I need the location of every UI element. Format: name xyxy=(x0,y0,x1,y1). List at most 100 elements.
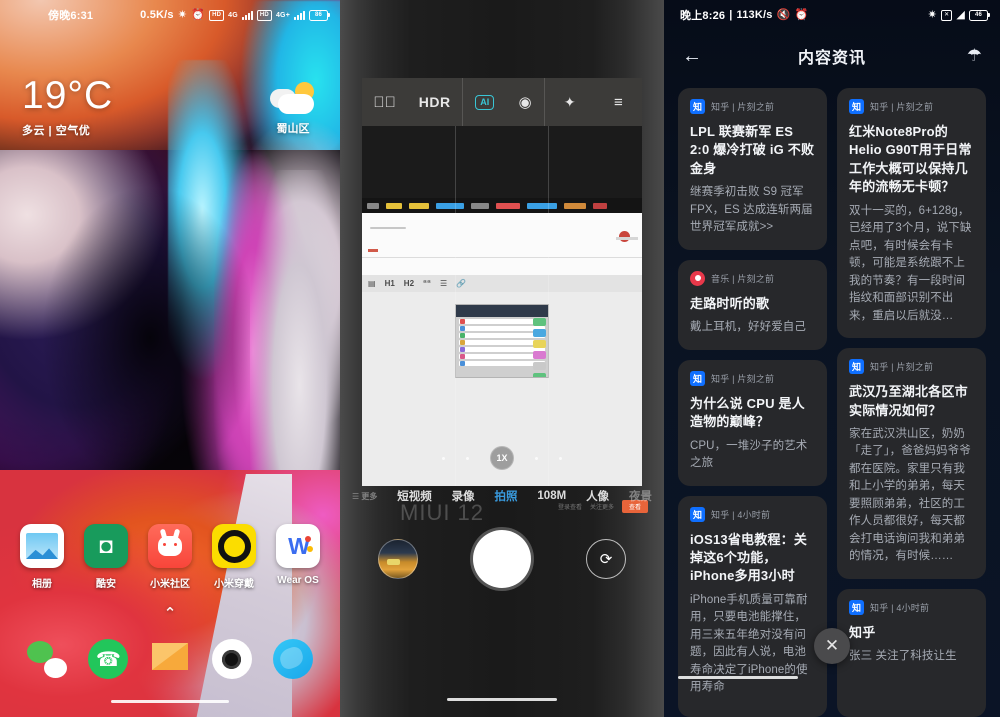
card-body: 双十一买的，6+128g，已经用了3个月，说下缺点吧，有时候会有卡顿，可能是系统… xyxy=(849,204,972,322)
app-wear-os[interactable]: W Wear OS xyxy=(271,524,325,590)
feed-column-right: 知 知乎 | 片刻之前 红米Note8Pro的Helio G90T用于日常工作大… xyxy=(837,88,986,717)
camera-shutter-row: ⟳ xyxy=(340,530,664,588)
card-title: 知乎 xyxy=(849,624,876,640)
zhihu-badge-icon: 知 xyxy=(849,359,864,375)
mute-icon: 🔇 xyxy=(776,8,791,21)
feed-card[interactable]: 音乐 | 片刻之前 走路时听的歌 戴上耳机，好好爱自己 xyxy=(678,259,827,350)
network-type-1: 4G xyxy=(228,11,238,19)
no-sim-icon: ✕ xyxy=(941,9,953,21)
app-drawer-arrow[interactable]: ⌃ xyxy=(0,604,340,622)
mode-portrait[interactable]: 人像 xyxy=(586,488,609,504)
feed-card[interactable]: 知 知乎 | 片刻之前 为什么说 CPU 是人造物的巅峰？ CPU，一堆沙子的艺… xyxy=(678,359,827,486)
browser-icon[interactable] xyxy=(273,639,314,679)
bluetooth-icon: ✷ xyxy=(177,8,188,21)
signal-icon-2 xyxy=(294,10,305,20)
card-source: 音乐 | 片刻之前 xyxy=(711,273,775,284)
gallery-icon xyxy=(20,524,64,568)
close-icon[interactable]: ✕ xyxy=(814,628,850,664)
home-gesture-bar[interactable] xyxy=(111,700,229,703)
captured-editor-toolbar: ▤ H1 H2 ““ ☰ 🔗 xyxy=(362,275,642,292)
card-body: 继赛季初击败 S9 冠军 FPX，ES 达成连斩两届世界冠军成就>> xyxy=(690,186,813,234)
camera-viewfinder[interactable]: ▤ H1 H2 ““ ☰ 🔗 xyxy=(362,126,642,486)
feed-status-bar: 晚上8:26 | 113K/s 🔇 ⏰ ✷ ✕ ◢ 46 xyxy=(664,0,1000,30)
motion-photo-icon[interactable]: ◉ xyxy=(518,93,531,111)
weather-description: 多云 | 空气优 xyxy=(22,125,91,137)
camera-top-controls: ⚡⃠ HDR AI ◉ ✦ ≡ xyxy=(362,78,642,126)
feed-card[interactable]: 知 知乎 | 4小时前 知乎 张三 关注了科技让生 xyxy=(837,588,986,717)
network-speed: 0.5K/s xyxy=(140,9,174,21)
feed-card[interactable]: 知 知乎 | 片刻之前 红米Note8Pro的Helio G90T用于日常工作大… xyxy=(837,88,986,339)
volte-icon-1: HD xyxy=(209,9,225,21)
back-arrow-icon[interactable]: ← xyxy=(682,45,710,68)
card-body: 戴上耳机，好好爱自己 xyxy=(690,321,806,334)
weather-city: 蜀山区 xyxy=(276,123,310,135)
captured-phone-photo xyxy=(455,304,549,378)
gallery-thumbnail[interactable] xyxy=(378,539,418,579)
battery-icon: 86 xyxy=(309,9,330,21)
mode-video[interactable]: 录像 xyxy=(452,488,475,504)
zhihu-badge-icon: 知 xyxy=(849,599,864,615)
camera-menu-icon[interactable]: ≡ xyxy=(614,94,623,111)
mode-photo[interactable]: 拍照 xyxy=(495,488,518,504)
ai-scene-button[interactable]: AI xyxy=(475,94,495,110)
shutter-button[interactable] xyxy=(473,530,531,588)
wechat-icon[interactable] xyxy=(26,639,67,679)
alarm-icon: ⏰ xyxy=(191,8,206,21)
mode-more[interactable]: ☰ 更多 xyxy=(352,491,377,502)
mi-wear-icon xyxy=(212,524,256,568)
home-status-bar: 傍晚6:31 0.5K/s ✷ ⏰ HD 4G HD 4G+ 86 xyxy=(0,0,340,30)
feed-gesture-bar[interactable] xyxy=(678,676,798,679)
app-coolapk[interactable]: ◘ 酷安 xyxy=(79,524,133,590)
three-phone-screenshots: 傍晚6:31 0.5K/s ✷ ⏰ HD 4G HD 4G+ 86 19°C 多… xyxy=(0,0,1000,717)
messages-icon[interactable] xyxy=(150,639,190,679)
camera-gesture-bar[interactable] xyxy=(447,698,557,701)
battery-icon: 46 xyxy=(969,9,990,21)
feed-column-left: 知 知乎 | 片刻之前 LPL 联赛新军 ES 2:0 爆冷打破 iG 不败金身… xyxy=(678,88,827,717)
hdr-button[interactable]: HDR xyxy=(419,94,451,110)
zoom-level-indicator[interactable]: 1X xyxy=(490,446,514,470)
panel-home-screen: 傍晚6:31 0.5K/s ✷ ⏰ HD 4G HD 4G+ 86 19°C 多… xyxy=(0,0,340,717)
card-source: 知乎 | 片刻之前 xyxy=(870,362,934,373)
mode-108m[interactable]: 108M xyxy=(537,490,566,502)
card-body: iPhone手机质量可靠耐用，只要电池能撑住，用三来五年绝对没有问题，因此有人说… xyxy=(690,593,808,694)
app-row: 相册 ◘ 酷安 小米社区 小米穿戴 W Wear OS xyxy=(0,524,340,590)
captured-browser-tabs xyxy=(362,198,642,213)
beauty-filter-icon[interactable]: ✦ xyxy=(564,94,576,111)
weather-widget[interactable]: 19°C 多云 | 空气优 xyxy=(22,76,113,138)
alarm-icon: ⏰ xyxy=(794,8,809,21)
feed-card[interactable]: 知 知乎 | 4小时前 iOS13省电教程：关掉这6个功能，iPhone多用3小… xyxy=(678,495,827,717)
bluetooth-icon: ✷ xyxy=(927,8,938,21)
feed-header: ← 内容资讯 ☂ xyxy=(664,30,1000,82)
app-mi-community[interactable]: 小米社区 xyxy=(143,524,197,590)
app-label: 小米穿戴 xyxy=(214,579,254,590)
card-title: 红米Note8Pro的Helio G90T用于日常工作大概可以保持几年的流畅无卡… xyxy=(849,124,972,195)
card-source: 知乎 | 4小时前 xyxy=(711,509,771,520)
mi-community-icon xyxy=(148,524,192,568)
notification-settings-icon[interactable]: ☂ xyxy=(954,46,982,66)
app-label: 小米社区 xyxy=(150,579,190,590)
card-title: LPL 联赛新军 ES 2:0 爆冷打破 iG 不败金身 xyxy=(690,124,815,176)
card-source: 知乎 | 片刻之前 xyxy=(711,102,775,112)
flip-camera-icon[interactable]: ⟳ xyxy=(586,539,626,579)
panel-news-feed: 晚上8:26 | 113K/s 🔇 ⏰ ✷ ✕ ◢ 46 ← 内容资讯 ☂ 知 … xyxy=(664,0,1000,717)
card-source: 知乎 | 片刻之前 xyxy=(711,373,775,384)
phone-icon[interactable]: ☎ xyxy=(88,639,129,679)
feed-card[interactable]: 知 知乎 | 片刻之前 LPL 联赛新军 ES 2:0 爆冷打破 iG 不败金身… xyxy=(678,88,827,250)
mode-short-video[interactable]: 短视频 xyxy=(397,488,432,504)
feed-card[interactable]: 知 知乎 | 片刻之前 武汉乃至湖北各区市实际情况如何？ 家在武汉洪山区，奶奶「… xyxy=(837,348,986,579)
card-title: 武汉乃至湖北各区市实际情况如何？ xyxy=(849,384,968,418)
wear-os-icon: W xyxy=(276,524,320,568)
camera-icon[interactable] xyxy=(211,639,252,679)
wifi-icon: ◢ xyxy=(956,8,965,21)
mode-night[interactable]: 夜景 xyxy=(629,488,652,504)
zhihu-badge-icon: 知 xyxy=(690,99,705,114)
weather-temperature: 19°C xyxy=(22,74,114,117)
zhihu-badge-icon: 知 xyxy=(849,99,864,114)
volte-icon-2: HD xyxy=(256,9,272,21)
app-label: 酷安 xyxy=(96,579,116,590)
app-gallery[interactable]: 相册 xyxy=(15,524,69,590)
flash-off-icon[interactable]: ⚡⃠ xyxy=(373,94,396,111)
app-mi-wear[interactable]: 小米穿戴 xyxy=(207,524,261,590)
weather-icon-block[interactable]: 蜀山区 xyxy=(270,82,316,136)
app-label: Wear OS xyxy=(277,575,319,586)
